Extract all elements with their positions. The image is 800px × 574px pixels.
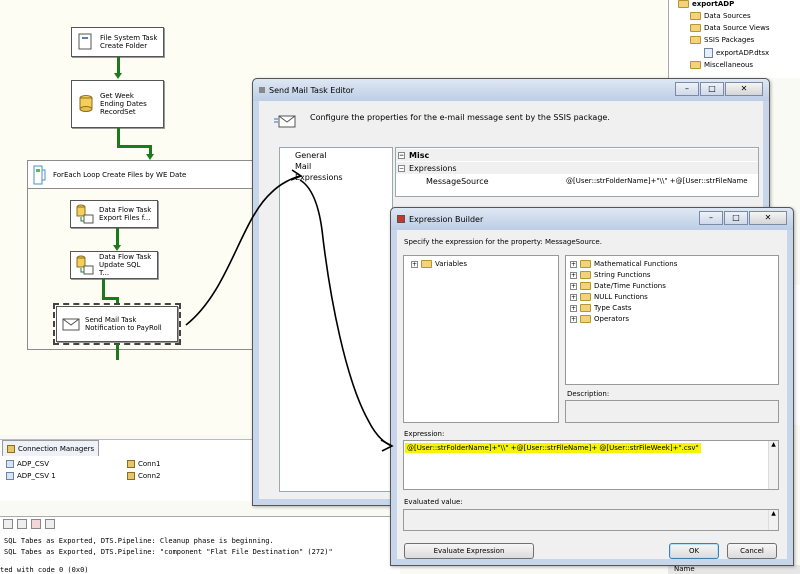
- annotation-overlay: [185, 169, 394, 452]
- annotation-arrow-to-expression-box: [299, 179, 393, 447]
- annotation-arrow-head: [380, 439, 394, 452]
- annotation-arrow-to-expressions: [185, 175, 301, 326]
